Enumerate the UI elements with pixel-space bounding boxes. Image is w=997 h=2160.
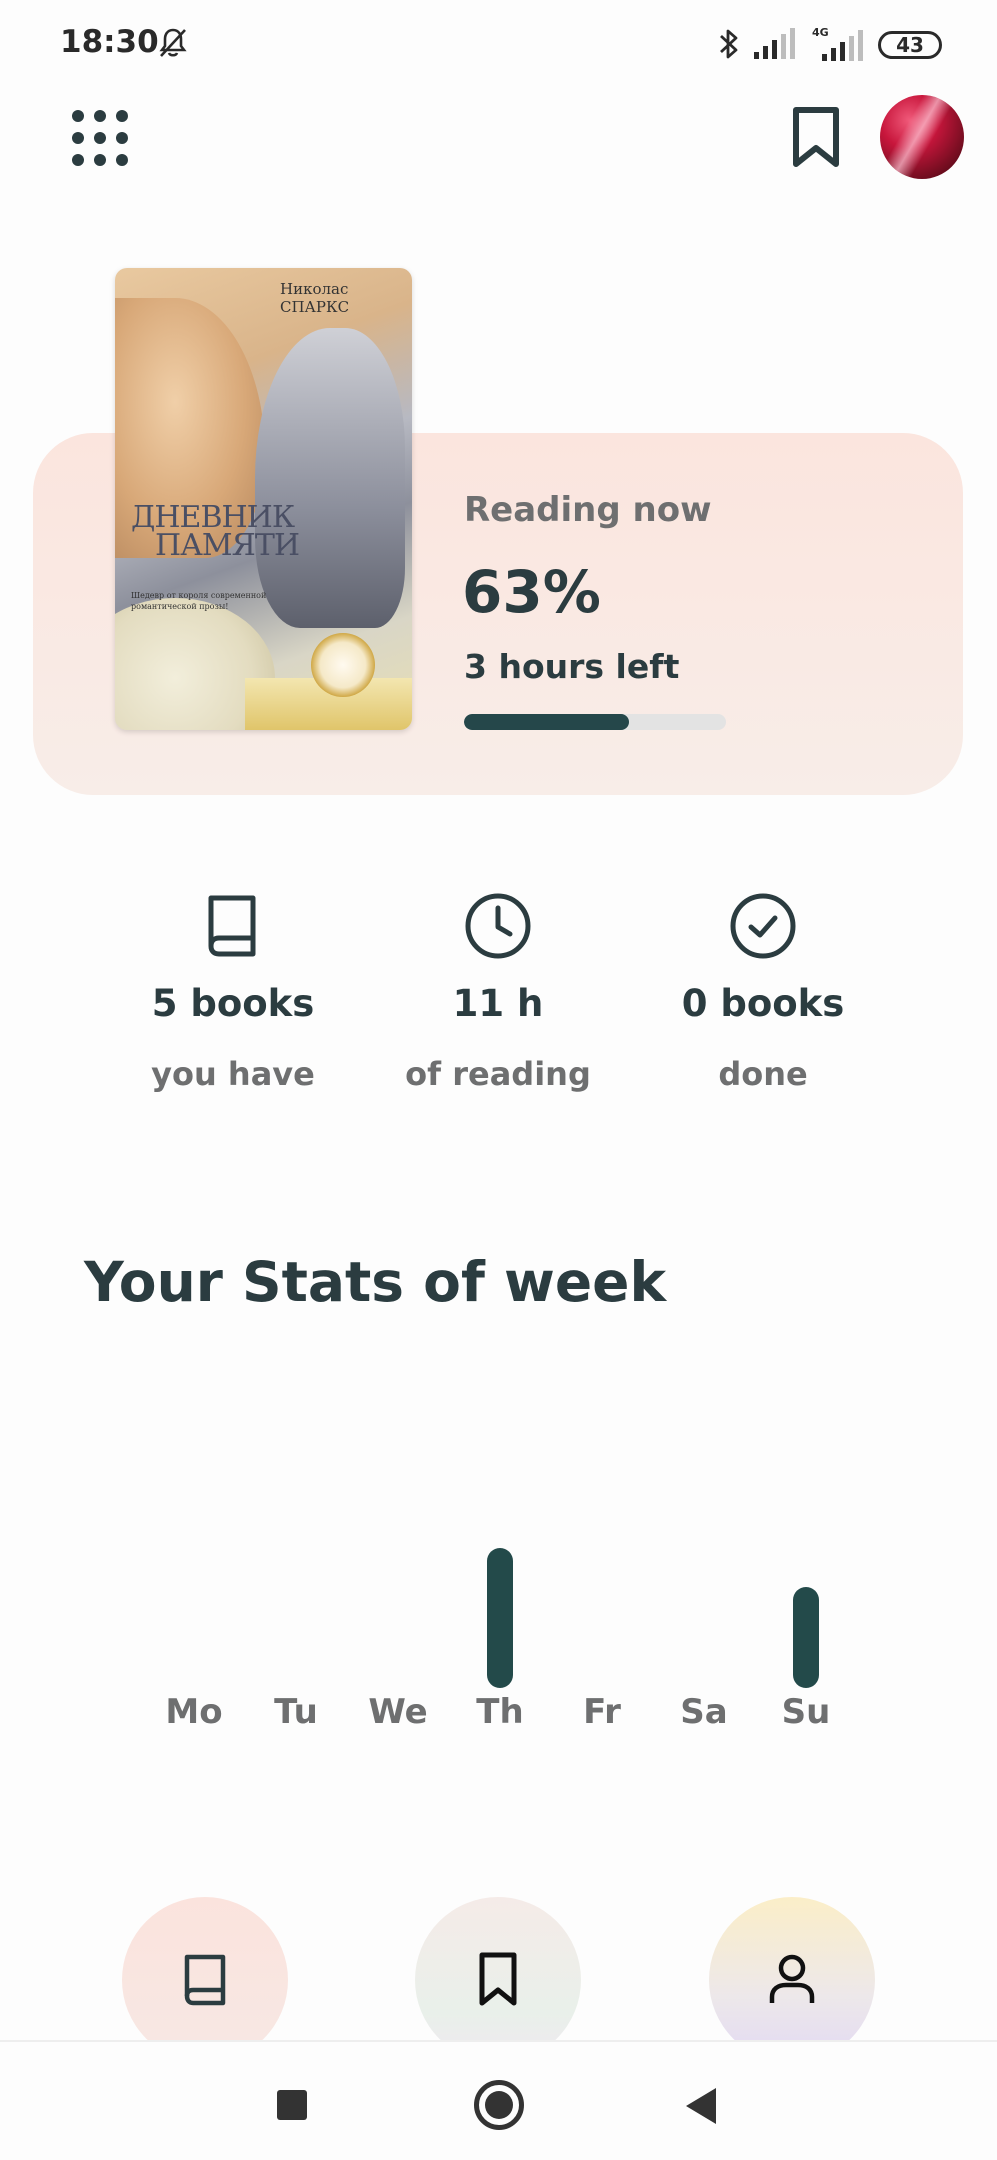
chart-day-label: Mo [165,1692,223,1732]
cover-art-figure [255,328,405,628]
chart-day-label: Th [476,1692,524,1732]
signal-icon [754,28,795,59]
bookmark-icon[interactable] [790,104,842,170]
nav-bookmarks-button[interactable] [415,1897,581,2063]
bluetooth-icon [720,29,738,59]
nav-profile-button[interactable] [709,1897,875,2063]
cover-author: Николас СПАРКС [280,280,350,316]
cover-art-watch [311,633,375,697]
signal-4g-icon: 4G [812,26,863,61]
stat-books-done: 0 books done [638,890,888,1093]
system-nav-bar [0,2040,997,2160]
chart-day-label: Fr [583,1692,621,1732]
bookmark-icon [479,1952,517,2006]
stat-reading-time: 11 h of reading [373,890,623,1093]
check-circle-icon [730,893,796,959]
chart-bar-su [793,1587,819,1688]
book-icon [184,1954,226,2006]
stat-value: 0 books [681,982,845,1025]
chart-day-label: Tu [274,1692,318,1732]
stat-value: 5 books [151,982,315,1025]
weekly-reading-chart: Mo Tu We Th Fr Sa Su [130,1500,850,1740]
nav-library-button[interactable] [122,1897,288,2063]
week-stats-title: Your Stats of week [84,1250,667,1314]
status-time: 18:30 [60,24,159,60]
reading-now-label: Reading now [464,490,712,530]
chart-bar-th [487,1548,513,1688]
cover-title: ДНЕВНИК ПАМЯТИ [131,503,300,563]
status-bar: 18:30 4G 43 [0,0,997,90]
time-left: 3 hours left [464,647,680,686]
stat-label: done [718,1055,808,1093]
book-icon [208,895,256,957]
stat-value: 11 h [452,982,544,1025]
back-icon[interactable] [686,2088,716,2124]
reading-progress-bar [464,714,726,730]
recent-apps-icon[interactable] [277,2090,307,2120]
battery-icon: 43 [878,31,942,59]
chart-day-label: We [368,1692,428,1732]
stat-books-owned: 5 books you have [108,890,358,1093]
mute-icon [159,28,187,57]
stat-label: of reading [405,1055,591,1093]
avatar[interactable] [880,95,964,179]
reading-percent: 63% [462,558,601,626]
grid-menu-icon[interactable] [70,108,130,168]
stat-label: you have [151,1055,315,1093]
chart-day-label: Sa [680,1692,728,1732]
cover-tagline: Шедевр от короля современной романтическ… [131,591,267,611]
cover-title-line2: ПАМЯТИ [155,528,300,563]
network-label: 4G [812,26,829,39]
user-icon [769,1954,815,2003]
home-icon[interactable] [474,2080,524,2130]
reading-progress-fill [464,714,630,730]
book-cover[interactable]: Николас СПАРКС ДНЕВНИК ПАМЯТИ Шедевр от … [115,268,412,730]
clock-icon [465,893,531,959]
chart-day-label: Su [781,1692,831,1732]
